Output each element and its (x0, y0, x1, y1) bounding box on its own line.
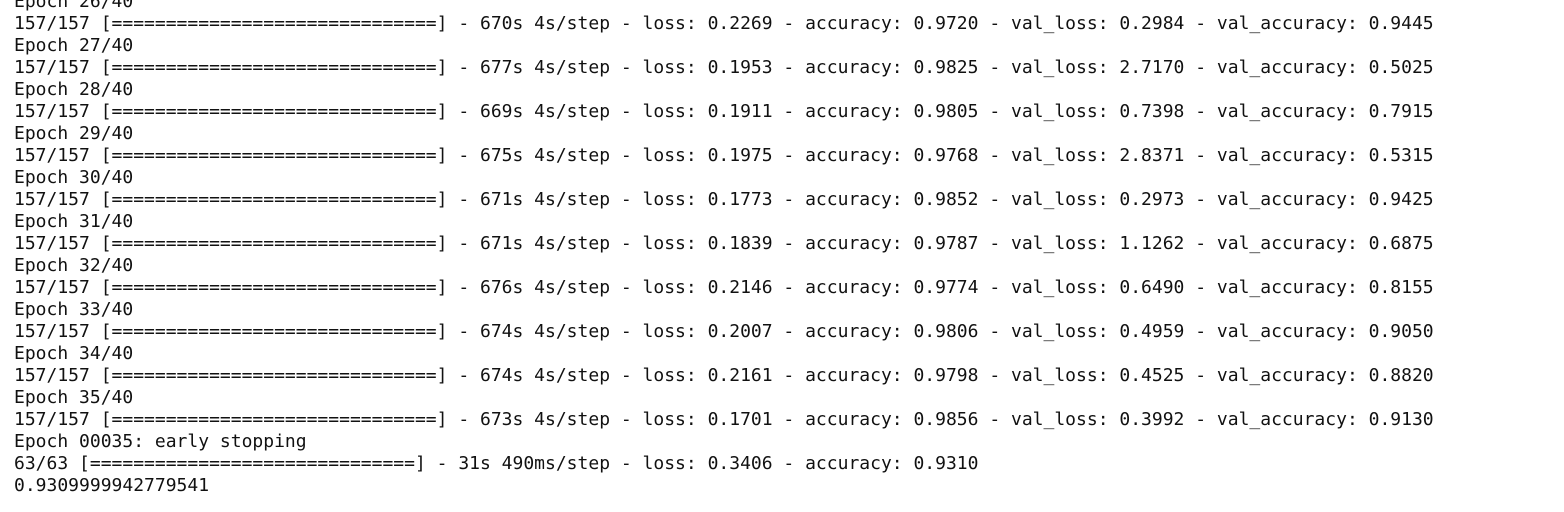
output-line-6: 157/157 [==============================]… (14, 101, 1434, 122)
output-line-16: 157/157 [==============================]… (14, 321, 1434, 342)
output-line-12: 157/157 [==============================]… (14, 233, 1434, 254)
output-line-21: Epoch 00035: early stopping (14, 431, 307, 452)
output-line-8: 157/157 [==============================]… (14, 145, 1434, 166)
output-line-19: Epoch 35/40 (14, 387, 134, 408)
output-line-5: Epoch 28/40 (14, 79, 134, 100)
output-line-10: 157/157 [==============================]… (14, 189, 1434, 210)
output-line-11: Epoch 31/40 (14, 211, 134, 232)
output-line-18: 157/157 [==============================]… (14, 365, 1434, 386)
output-line-9: Epoch 30/40 (14, 167, 134, 188)
output-line-13: Epoch 32/40 (14, 255, 134, 276)
output-line-4: 157/157 [==============================]… (14, 57, 1434, 78)
output-line-23: 0.9309999942779541 (14, 475, 210, 496)
output-line-17: Epoch 34/40 (14, 343, 134, 364)
output-line-7: Epoch 29/40 (14, 123, 134, 144)
terminal-output: Epoch 26/40 157/157 [====================… (14, 0, 1434, 497)
output-line-15: Epoch 33/40 (14, 299, 134, 320)
output-line-20: 157/157 [==============================]… (14, 409, 1434, 430)
output-line-22: 63/63 [==============================] -… (14, 453, 979, 474)
output-line-3: Epoch 27/40 (14, 35, 134, 56)
output-line-1: Epoch 26/40 (14, 0, 134, 12)
output-line-14: 157/157 [==============================]… (14, 277, 1434, 298)
output-line-2: 157/157 [==============================]… (14, 13, 1434, 34)
